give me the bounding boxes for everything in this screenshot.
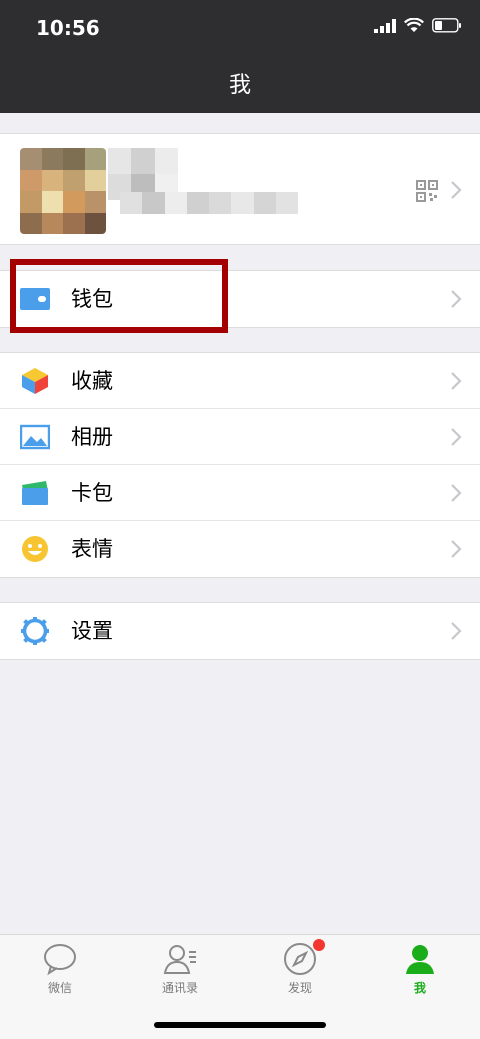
wifi-icon xyxy=(404,18,424,32)
nav-bar: 我 xyxy=(0,58,480,113)
menu-item-card-package[interactable]: 卡包 xyxy=(0,465,480,521)
chevron-right-icon xyxy=(451,428,462,446)
tab-label: 我 xyxy=(413,981,426,995)
person-icon xyxy=(406,945,434,974)
chevron-right-icon xyxy=(451,290,462,308)
sticker-icon xyxy=(22,536,48,562)
menu-item-label: 收藏 xyxy=(71,369,113,393)
menu-item-label: 表情 xyxy=(71,537,113,561)
compass-icon xyxy=(284,943,316,975)
menu-item-label: 相册 xyxy=(71,425,113,449)
tab-label: 微信 xyxy=(47,981,72,995)
menu-item-label: 设置 xyxy=(71,619,113,643)
chevron-right-icon xyxy=(451,484,462,502)
settings-section: 设置 xyxy=(0,602,480,660)
menu-item-settings[interactable]: 设置 xyxy=(0,603,480,659)
page-title: 我 xyxy=(228,73,251,98)
status-time: 10:56 xyxy=(36,16,100,40)
home-indicator xyxy=(154,1022,326,1028)
avatar xyxy=(20,148,106,234)
chevron-right-icon xyxy=(451,372,462,390)
wechat-id-blur xyxy=(120,192,298,214)
highlight-box xyxy=(10,259,228,333)
battery-icon xyxy=(432,18,461,33)
favorites-icon xyxy=(22,368,48,394)
tab-label: 通讯录 xyxy=(161,981,198,995)
features-section: 收藏 相册 卡包 表情 xyxy=(0,352,480,578)
menu-item-favorites[interactable]: 收藏 xyxy=(0,353,480,409)
menu-item-stickers[interactable]: 表情 xyxy=(0,521,480,577)
card-package-icon xyxy=(22,481,48,505)
tab-me[interactable]: 我 xyxy=(360,935,480,1005)
chevron-right-icon xyxy=(451,622,462,640)
system-icons xyxy=(374,18,462,33)
chevron-right-icon xyxy=(451,540,462,558)
chevron-right-icon xyxy=(451,181,462,199)
status-bar: 10:56 xyxy=(0,0,480,58)
tab-contacts[interactable]: 通讯录 xyxy=(120,935,240,1005)
notification-badge xyxy=(313,939,325,951)
chat-bubble-icon xyxy=(44,944,76,976)
contacts-icon xyxy=(163,945,196,974)
menu-item-album[interactable]: 相册 xyxy=(0,409,480,465)
signal-icon xyxy=(374,18,396,33)
menu-item-label: 卡包 xyxy=(71,481,113,505)
qr-code-icon[interactable] xyxy=(416,180,438,202)
tab-label: 发现 xyxy=(287,981,312,995)
album-icon xyxy=(20,424,50,450)
profile-card[interactable] xyxy=(0,133,480,245)
tab-chats[interactable]: 微信 xyxy=(0,935,120,1005)
tab-discover[interactable]: 发现 xyxy=(240,935,360,1005)
settings-icon xyxy=(21,617,49,645)
